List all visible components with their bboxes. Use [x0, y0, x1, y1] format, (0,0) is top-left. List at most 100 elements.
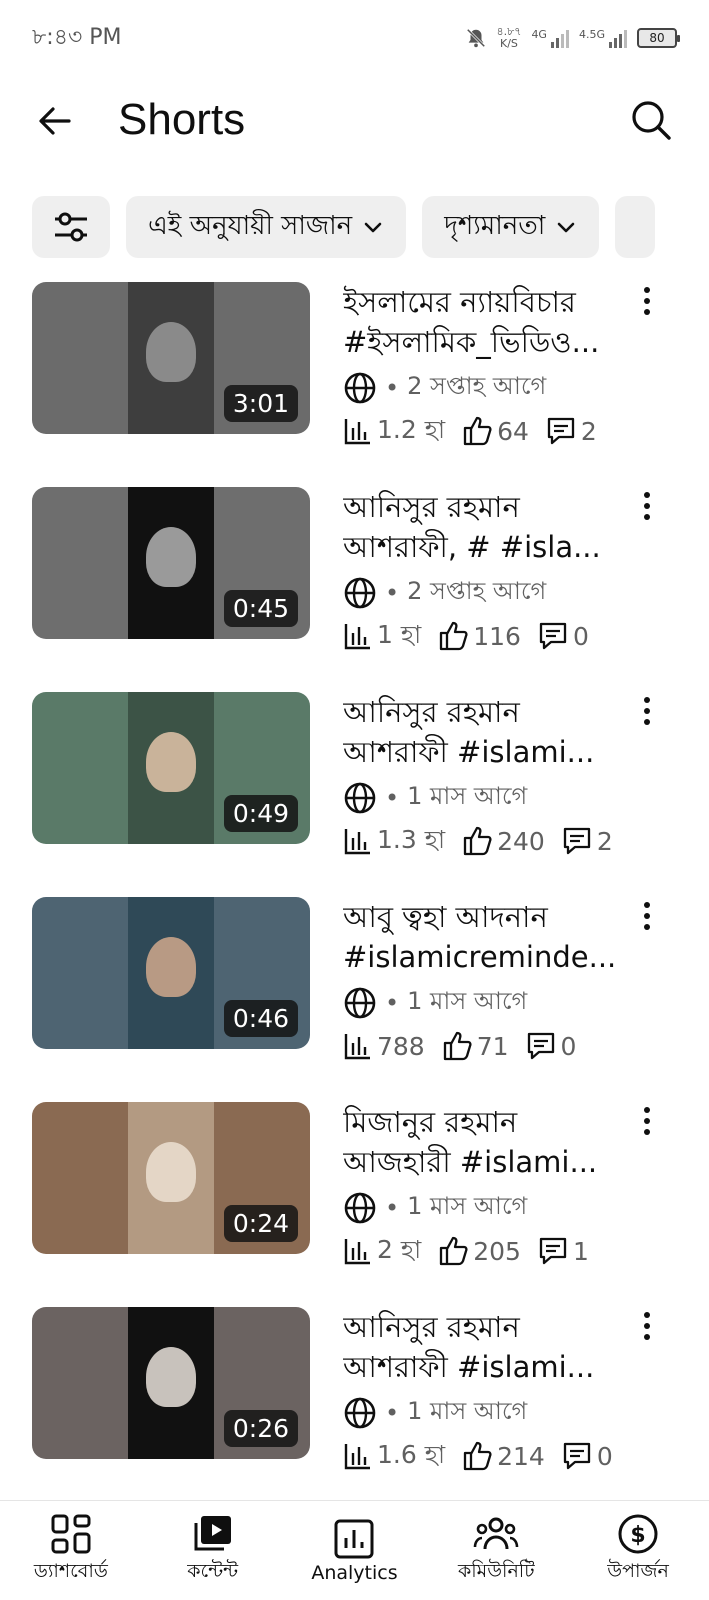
video-thumbnail[interactable]: 0:46	[32, 897, 310, 1049]
nav-earn-label: উপার্জন	[607, 1559, 669, 1582]
published-time: 2 সপ্তাহ আগে	[407, 577, 547, 605]
analytics-icon	[334, 1519, 374, 1558]
video-title[interactable]: আনিসুর রহমান আশরাফী #islami...	[343, 1307, 643, 1389]
views-stat: 2 হা	[343, 1230, 421, 1273]
more-dot	[644, 1322, 650, 1329]
sort-chip[interactable]: এই অনুযায়ী সাজান	[126, 196, 407, 258]
more-options-button[interactable]	[635, 899, 659, 933]
comments-count: 2	[596, 826, 613, 856]
filter-settings-button[interactable]	[32, 196, 110, 258]
content-icon	[194, 1515, 231, 1550]
bar-chart-icon	[344, 829, 370, 855]
video-title-line: আশরাফী, # #isla...	[343, 530, 601, 564]
nav-community-label: কমিউনিটি	[457, 1559, 535, 1582]
video-title[interactable]: আনিসুর রহমান আশরাফী #islami...	[343, 692, 643, 774]
likes-stat: 240	[461, 825, 545, 857]
likes-count: 240	[497, 826, 545, 856]
video-thumbnail[interactable]: 0:49	[32, 692, 310, 844]
video-title[interactable]: আনিসুর রহমান আশরাফী, # #isla...	[343, 487, 643, 569]
chevron-down-icon	[558, 222, 575, 233]
bullet-separator: •	[385, 1194, 400, 1222]
video-thumbnail[interactable]: 0:45	[32, 487, 310, 639]
video-title[interactable]: মিজানুর রহমান আজহারী #islami...	[343, 1102, 643, 1184]
stats-row: 1.3 হা 240 2	[343, 818, 643, 864]
signal-icon: 4G	[531, 28, 569, 48]
video-thumbnail[interactable]: 3:01	[32, 282, 310, 434]
bullet-separator: •	[385, 989, 400, 1017]
video-row[interactable]: 0:24 মিজানুর রহমান আজহারী #islami... • 1…	[0, 1102, 709, 1272]
video-row[interactable]: 0:26 আনিসুর রহমান আশরাফী #islami... • 1 …	[0, 1307, 709, 1477]
status-time: ৮:৪৩ PM	[32, 24, 122, 50]
sort-chip-label: এই অনুযায়ী সাজান	[148, 211, 353, 241]
nav-dashboard[interactable]: ড্যাশবোর্ড	[6, 1513, 136, 1589]
more-dot	[644, 912, 650, 919]
more-options-button[interactable]	[635, 694, 659, 728]
nav-community[interactable]: কমিউনিটি	[431, 1513, 561, 1589]
search-button[interactable]	[627, 96, 675, 144]
video-title-line: আবু ত্বহা আদনান	[343, 900, 548, 934]
svg-text:$: $	[630, 1523, 645, 1548]
video-meta: আনিসুর রহমান আশরাফী, # #isla... • 2 সপ্ত…	[343, 487, 643, 659]
nav-content[interactable]: কন্টেন্ট	[148, 1513, 278, 1589]
thumbnail-portrait	[146, 1142, 196, 1202]
views-count: 788	[377, 1031, 425, 1061]
comments-count: 0	[572, 621, 589, 651]
bar-chart-icon	[344, 1444, 370, 1470]
mute-bell-icon	[466, 28, 485, 48]
video-row[interactable]: 0:46 আবু ত্বহা আদনান #islamicreminde... …	[0, 897, 709, 1067]
community-icon	[473, 1517, 519, 1549]
video-thumbnail[interactable]: 0:24	[32, 1102, 310, 1254]
visibility-row: • 1 মাস আগে	[343, 1188, 643, 1228]
thumbnail-frame	[128, 1307, 214, 1459]
more-dot	[644, 696, 650, 703]
video-title-line: আশরাফী #islami...	[343, 1350, 595, 1384]
video-duration: 0:45	[223, 590, 298, 627]
comments-count: 0	[560, 1031, 577, 1061]
video-row[interactable]: 0:49 আনিসুর রহমান আশরাফী #islami... • 1 …	[0, 692, 709, 862]
views-count: 2 হা	[377, 1234, 422, 1264]
likes-count: 205	[473, 1236, 521, 1266]
stats-row: 2 হা 205 1	[343, 1228, 643, 1274]
video-meta: আনিসুর রহমান আশরাফী #islami... • 1 মাস আ…	[343, 692, 643, 864]
nav-earn[interactable]: $ উপার্জন	[573, 1513, 703, 1589]
back-button[interactable]	[32, 98, 78, 144]
more-options-button[interactable]	[635, 1104, 659, 1138]
published-time: 1 মাস আগে	[407, 782, 528, 810]
video-title-line: আনিসুর রহমান	[343, 1310, 520, 1344]
page-title: Shorts	[118, 95, 246, 144]
thumbnail-portrait	[146, 1347, 196, 1407]
views-stat: 1.6 হা	[343, 1435, 445, 1478]
more-options-button[interactable]	[635, 1309, 659, 1343]
video-meta: ইসলামের ন্যায়বিচার #ইসলামিক_ভিডিও... • …	[343, 282, 643, 454]
likes-stat: 214	[461, 1440, 545, 1472]
more-dot	[644, 719, 650, 726]
nav-analytics[interactable]: Analytics	[289, 1518, 419, 1584]
more-chip[interactable]	[615, 196, 656, 258]
likes-count: 64	[497, 416, 529, 446]
thumbs-up-icon	[463, 416, 492, 446]
bullet-separator: •	[385, 1399, 400, 1427]
search-icon	[632, 101, 671, 140]
video-duration: 0:24	[223, 1205, 298, 1242]
more-options-button[interactable]	[635, 284, 659, 318]
video-row[interactable]: 0:45 আনিসুর রহমান আশরাফী, # #isla... • 2…	[0, 487, 709, 657]
visibility-chip[interactable]: দৃশ্যমানতা	[422, 196, 600, 258]
more-dot	[644, 297, 650, 304]
thumbnail-frame	[128, 1102, 214, 1254]
video-row[interactable]: 3:01 ইসলামের ন্যায়বিচার #ইসলামিক_ভিডিও.…	[0, 282, 709, 452]
video-title[interactable]: ইসলামের ন্যায়বিচার #ইসলামিক_ভিডিও...	[343, 282, 643, 364]
visibility-row: • 1 মাস আগে	[343, 983, 643, 1023]
more-options-button[interactable]	[635, 489, 659, 523]
likes-stat: 64	[461, 415, 529, 447]
comments-stat: 0	[525, 1030, 577, 1062]
dashboard-icon	[51, 1514, 91, 1553]
bullet-separator: •	[385, 784, 400, 812]
thumbnail-frame	[128, 897, 214, 1049]
video-title-line: আজহারী #islami...	[343, 1145, 598, 1179]
bullet-separator: •	[385, 374, 400, 402]
visibility-row: • 1 মাস আগে	[343, 1393, 643, 1433]
thumbnail-portrait	[146, 732, 196, 792]
video-thumbnail[interactable]: 0:26	[32, 1307, 310, 1459]
views-stat: 1.3 হা	[343, 820, 445, 863]
video-title[interactable]: আবু ত্বহা আদনান #islamicreminde...	[343, 897, 643, 979]
